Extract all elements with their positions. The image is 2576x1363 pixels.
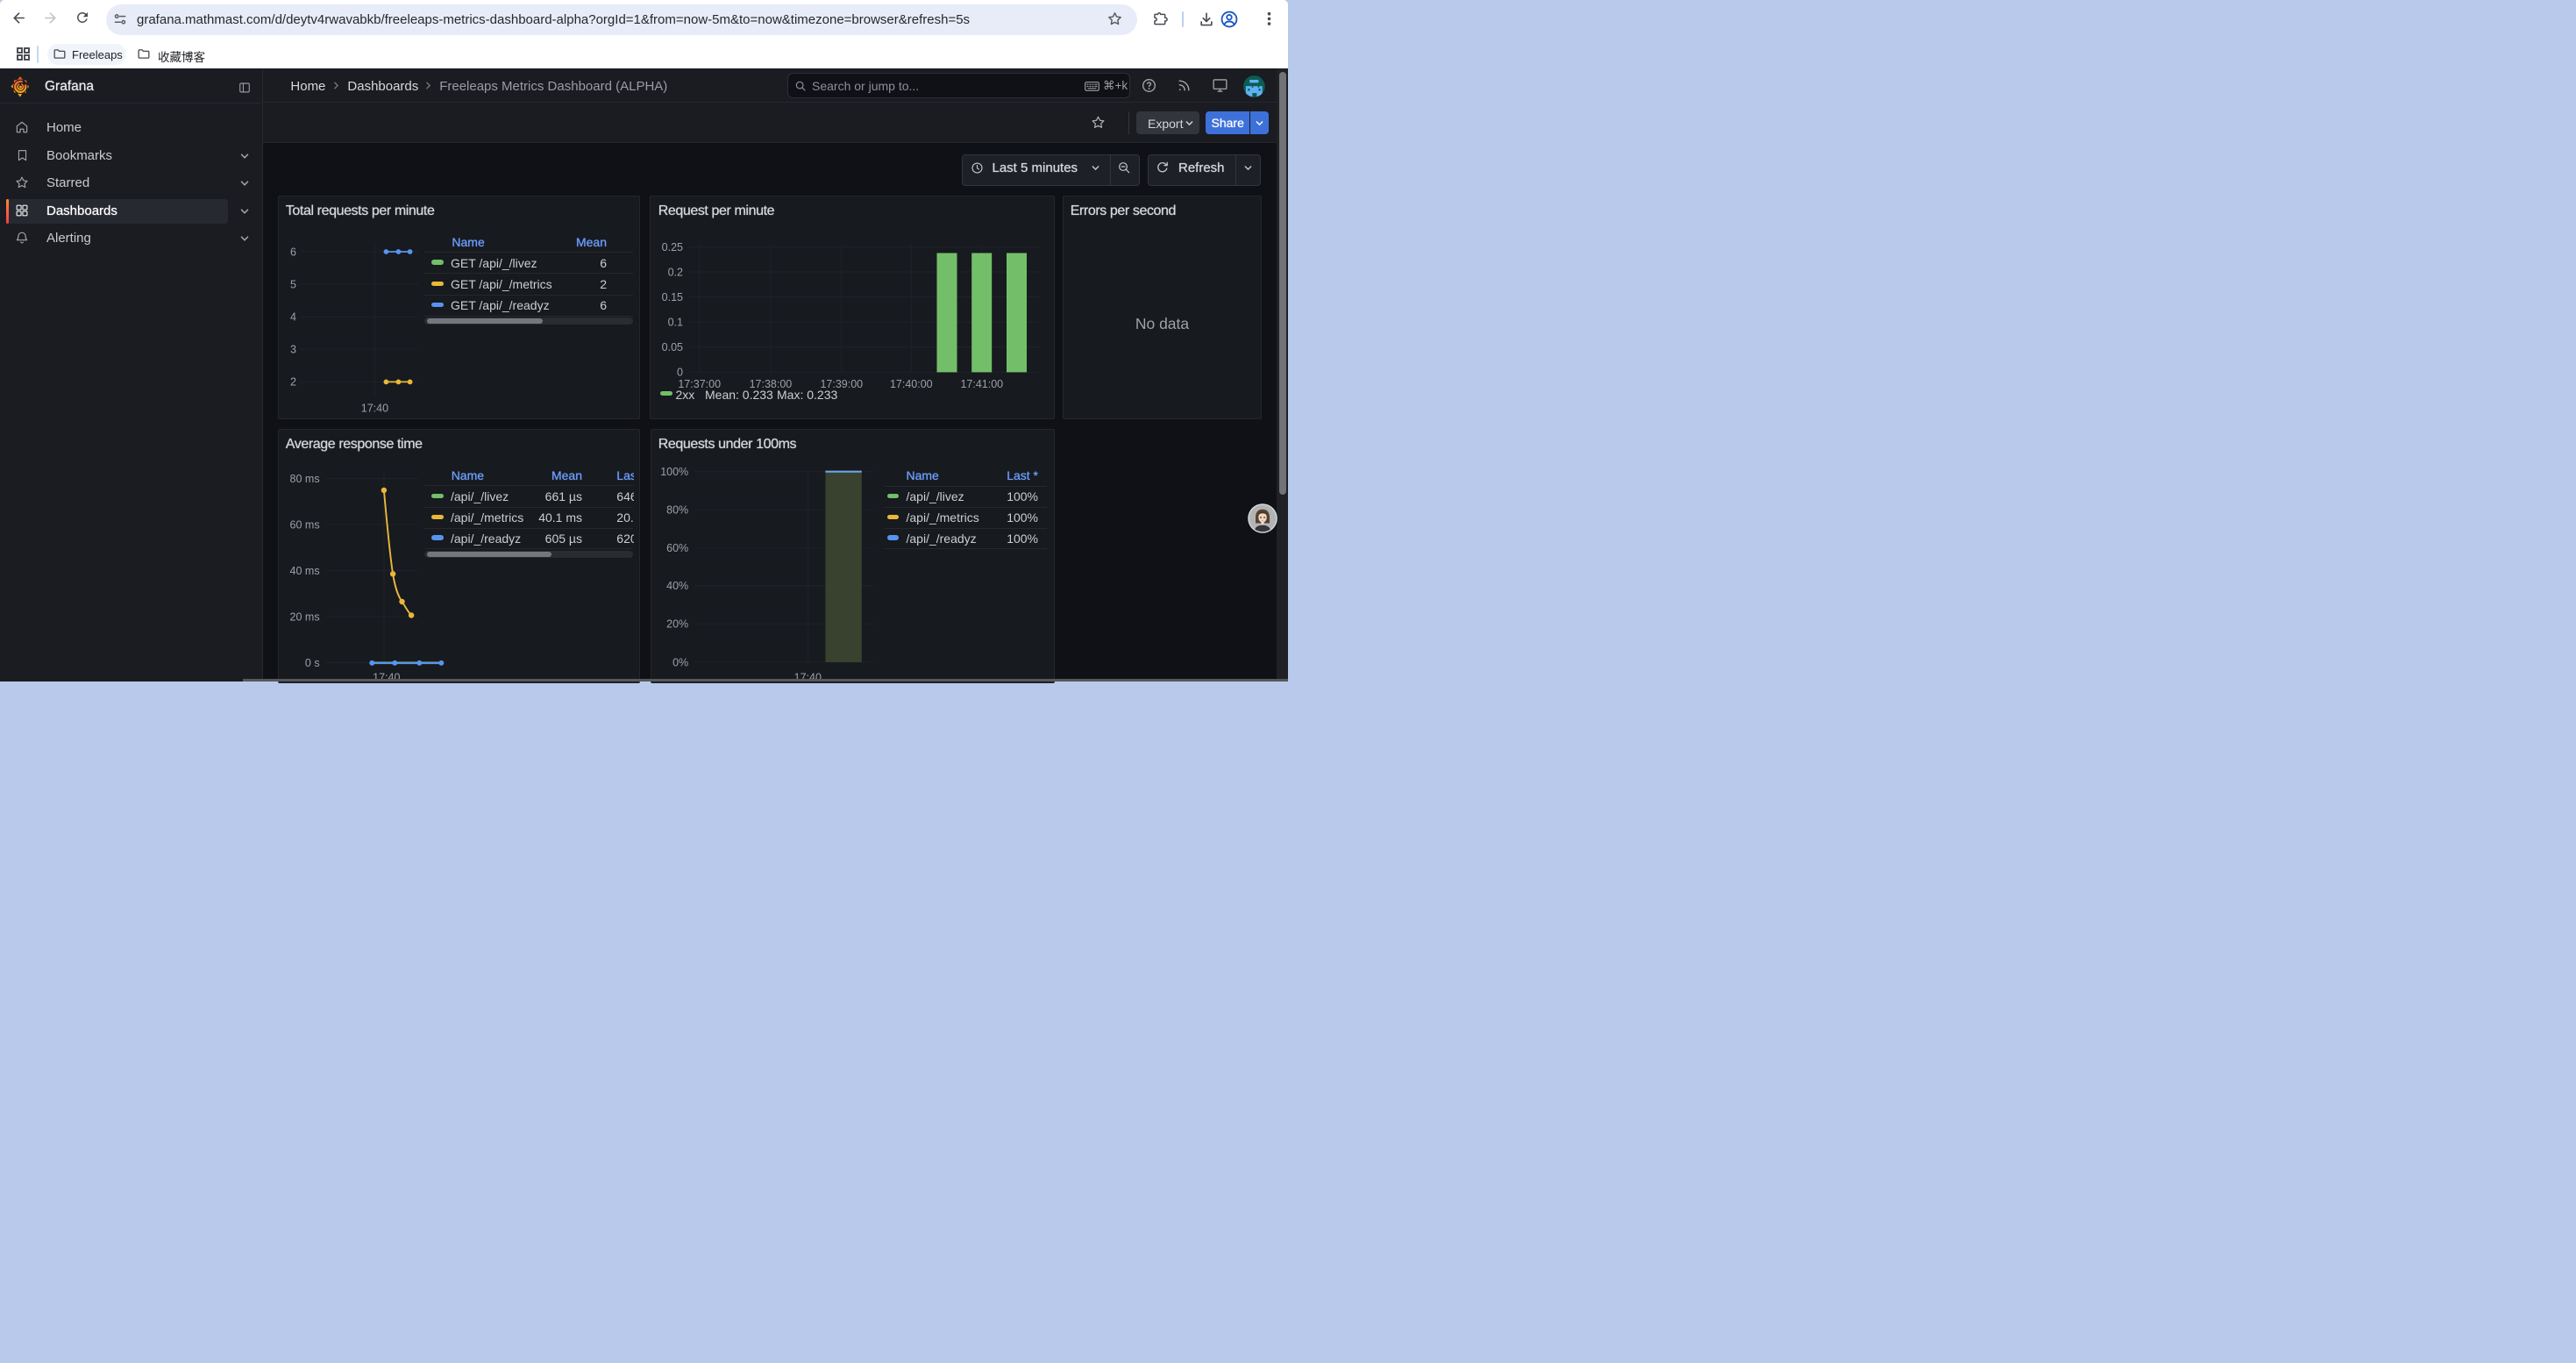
svg-text:80 ms: 80 ms [289, 473, 319, 485]
svg-text:17:41:00: 17:41:00 [960, 378, 1003, 390]
svg-text:40%: 40% [666, 580, 688, 592]
svg-text:80%: 80% [666, 504, 688, 517]
svg-text:3: 3 [290, 344, 296, 356]
svg-text:17:40:00: 17:40:00 [890, 378, 933, 390]
svg-text:0%: 0% [672, 656, 688, 668]
svg-text:100%: 100% [660, 466, 688, 478]
svg-text:0.2: 0.2 [668, 266, 683, 278]
svg-text:60%: 60% [666, 542, 688, 554]
svg-text:0: 0 [677, 367, 683, 379]
svg-text:6: 6 [290, 246, 296, 258]
svg-text:5: 5 [290, 278, 296, 290]
svg-text:4: 4 [290, 311, 296, 324]
svg-text:0 s: 0 s [305, 657, 320, 669]
svg-text:20%: 20% [666, 618, 688, 631]
svg-text:60 ms: 60 ms [289, 518, 319, 531]
svg-text:0.1: 0.1 [668, 317, 683, 329]
svg-text:2: 2 [290, 376, 296, 389]
svg-text:0.25: 0.25 [662, 241, 683, 253]
svg-text:0.05: 0.05 [662, 341, 683, 353]
svg-text:40 ms: 40 ms [289, 565, 319, 577]
svg-text:17:40: 17:40 [360, 403, 388, 415]
svg-text:20 ms: 20 ms [289, 610, 319, 623]
svg-text:0.15: 0.15 [662, 291, 683, 303]
